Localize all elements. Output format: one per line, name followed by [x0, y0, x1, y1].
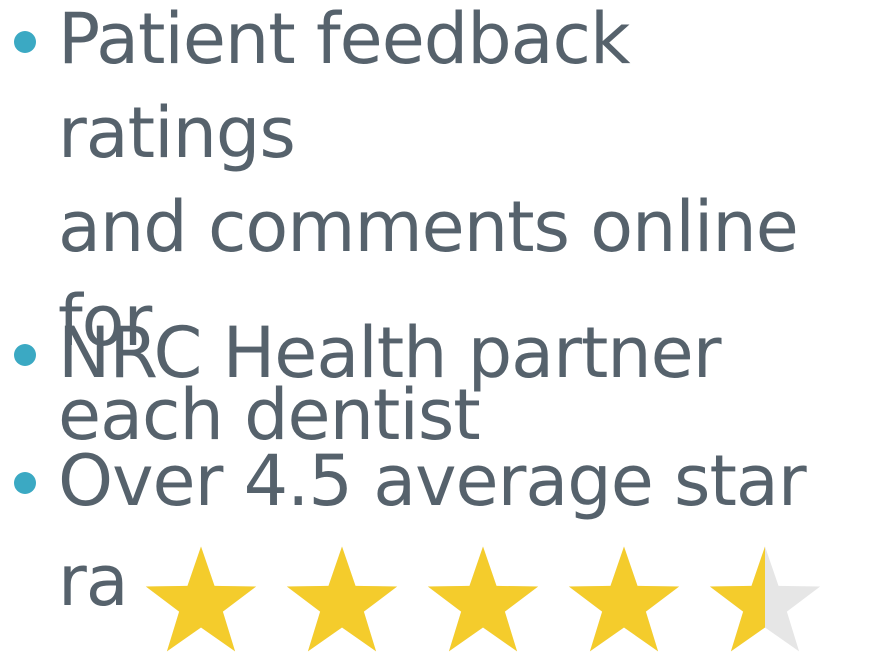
star-filled-part — [145, 546, 257, 652]
bullet-text: NRC Health partner — [58, 312, 722, 394]
star-filled-part — [568, 546, 680, 652]
star-filled-icon — [286, 546, 398, 652]
rating-prefix: ra — [58, 540, 129, 622]
bullet-list: Patient feedback ratings and comments on… — [0, 0, 887, 655]
star-filled-icon — [427, 546, 539, 652]
bullet-dot-icon — [14, 31, 36, 53]
star-filled-icon — [568, 546, 680, 652]
star-rating — [143, 544, 833, 656]
bullet-dot-icon — [14, 472, 36, 494]
star-filled-icon — [145, 546, 257, 652]
star-filled-part — [427, 546, 539, 652]
bullet-dot-icon — [14, 344, 36, 366]
rating-row: ra — [58, 534, 858, 654]
star-filled-part — [286, 546, 398, 652]
star-half-icon — [709, 546, 821, 652]
bullet-text: Over 4.5 average star — [58, 440, 807, 522]
